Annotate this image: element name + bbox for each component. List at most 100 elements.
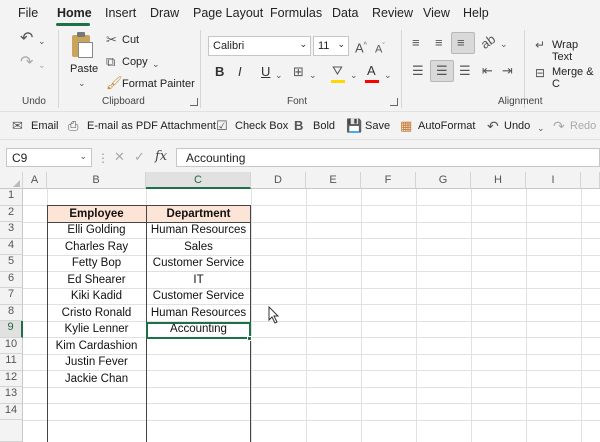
- row-header-5[interactable]: 5: [0, 255, 23, 272]
- align-right-icon[interactable]: ☰: [459, 64, 471, 78]
- employee-cell[interactable]: Charles Ray: [47, 239, 146, 256]
- row-header-8[interactable]: 8: [0, 304, 23, 321]
- more-options-icon[interactable]: ⋮: [97, 151, 109, 165]
- decrease-font-size-icon[interactable]: Aˇ: [375, 40, 385, 57]
- employee-cell[interactable]: Kim Cardashion: [47, 338, 146, 355]
- paste-button[interactable]: Paste: [70, 63, 98, 75]
- name-box[interactable]: C9 ⌄: [6, 148, 92, 167]
- orientation-dropdown-icon[interactable]: ⌄: [500, 37, 508, 51]
- fill-color-dropdown-icon[interactable]: ⌄: [350, 68, 358, 82]
- underline-dropdown-icon[interactable]: ⌄: [275, 68, 283, 82]
- column-header-a[interactable]: A: [23, 172, 47, 189]
- column-header-d[interactable]: D: [251, 172, 306, 189]
- italic-button[interactable]: I: [238, 65, 242, 79]
- undo-icon[interactable]: ↶: [20, 31, 33, 47]
- tab-home[interactable]: Home: [57, 6, 92, 20]
- font-color-button[interactable]: A: [367, 64, 376, 78]
- tab-insert[interactable]: Insert: [105, 6, 136, 20]
- department-cell[interactable]: Customer Service: [146, 255, 251, 272]
- department-cell[interactable]: IT: [146, 272, 251, 289]
- enter-icon[interactable]: ✓: [134, 150, 145, 164]
- email-pdf-button[interactable]: E-mail as PDF Attachment: [87, 120, 216, 132]
- undo-dropdown-icon[interactable]: ⌄: [38, 34, 46, 48]
- row-header-9[interactable]: 9: [0, 321, 23, 338]
- paste-icon[interactable]: [70, 32, 94, 58]
- employee-header-cell[interactable]: Employee: [47, 205, 146, 222]
- email-icon[interactable]: ✉: [12, 119, 23, 133]
- font-color-dropdown-icon[interactable]: ⌄: [384, 68, 392, 82]
- align-left-icon[interactable]: ☰: [412, 64, 424, 78]
- quick-undo-icon[interactable]: ↶: [487, 119, 499, 133]
- employee-cell[interactable]: Jackie Chan: [47, 371, 146, 388]
- tab-page-layout[interactable]: Page Layout: [193, 6, 263, 20]
- wrap-text-icon[interactable]: ↵: [535, 38, 545, 52]
- autoformat-icon[interactable]: ▦: [400, 119, 412, 133]
- department-cell[interactable]: Sales: [146, 239, 251, 256]
- column-header-f[interactable]: F: [361, 172, 416, 189]
- column-header-e[interactable]: E: [306, 172, 361, 189]
- autoformat-button[interactable]: AutoFormat: [418, 120, 475, 132]
- column-header-g[interactable]: G: [416, 172, 471, 189]
- borders-icon[interactable]: ⊞: [293, 65, 304, 79]
- row-header-15[interactable]: [0, 420, 23, 442]
- employee-cell[interactable]: Kylie Lenner: [47, 321, 146, 338]
- clipboard-launcher-icon[interactable]: [190, 98, 198, 106]
- redo-icon[interactable]: ↷: [20, 55, 33, 71]
- save-icon[interactable]: 💾: [346, 119, 362, 133]
- font-size-select[interactable]: 11 ⌄: [313, 36, 349, 56]
- spreadsheet-grid[interactable]: A B C D E F G H I 1 2 3 4 5 6 7 8 9 10 1…: [0, 172, 600, 442]
- row-header-11[interactable]: 11: [0, 354, 23, 371]
- quick-redo-button[interactable]: Redo: [570, 120, 596, 132]
- tab-help[interactable]: Help: [463, 6, 489, 20]
- column-header-b[interactable]: B: [47, 172, 146, 189]
- bold-icon[interactable]: B: [294, 119, 303, 133]
- cut-icon[interactable]: ✂: [106, 33, 117, 47]
- merge-center-icon[interactable]: ⊟: [535, 66, 545, 80]
- tab-view[interactable]: View: [423, 6, 450, 20]
- paste-dropdown-icon[interactable]: ⌄: [78, 76, 86, 90]
- bold-button[interactable]: B: [215, 65, 224, 79]
- tab-formulas[interactable]: Formulas: [270, 6, 322, 20]
- employee-cell[interactable]: Cristo Ronald: [47, 305, 146, 322]
- font-name-select[interactable]: Calibri ⌄: [208, 36, 311, 56]
- increase-font-size-icon[interactable]: A^: [355, 39, 367, 55]
- quick-bold-button[interactable]: Bold: [313, 120, 335, 132]
- borders-dropdown-icon[interactable]: ⌄: [309, 68, 317, 82]
- tab-file[interactable]: File: [18, 6, 38, 20]
- bottom-align-button[interactable]: ≡: [451, 32, 475, 54]
- column-header-h[interactable]: H: [471, 172, 526, 189]
- employee-cell[interactable]: Fetty Bop: [47, 255, 146, 272]
- merge-center-button[interactable]: Merge & C: [552, 66, 600, 90]
- row-header-12[interactable]: 12: [0, 370, 23, 387]
- save-button[interactable]: Save: [365, 120, 390, 132]
- redo-dropdown-icon[interactable]: ⌄: [38, 58, 46, 72]
- employee-cell[interactable]: Elli Golding: [47, 222, 146, 239]
- formula-input[interactable]: Accounting: [176, 148, 600, 167]
- active-cell-selection[interactable]: [146, 322, 251, 339]
- copy-icon[interactable]: ⧉: [106, 55, 115, 69]
- quick-undo-button[interactable]: Undo: [504, 120, 530, 132]
- format-painter-button[interactable]: Format Painter: [122, 78, 195, 90]
- copy-dropdown-icon[interactable]: ⌄: [152, 57, 160, 71]
- row-header-6[interactable]: 6: [0, 271, 23, 288]
- employee-cell[interactable]: Justin Fever: [47, 354, 146, 371]
- insert-function-button[interactable]: fx: [155, 150, 167, 164]
- tab-data[interactable]: Data: [332, 6, 358, 20]
- row-header-4[interactable]: 4: [0, 238, 23, 255]
- column-header-i[interactable]: I: [526, 172, 581, 189]
- department-cell[interactable]: Human Resources: [146, 305, 251, 322]
- employee-cell[interactable]: Kiki Kadid: [47, 288, 146, 305]
- top-align-icon[interactable]: ≡: [412, 36, 420, 50]
- middle-align-icon[interactable]: ≡: [435, 36, 443, 50]
- row-header-10[interactable]: 10: [0, 337, 23, 354]
- tab-review[interactable]: Review: [372, 6, 413, 20]
- tab-draw[interactable]: Draw: [150, 6, 179, 20]
- font-launcher-icon[interactable]: [390, 98, 398, 106]
- column-header-partial[interactable]: [581, 172, 600, 189]
- row-header-3[interactable]: 3: [0, 222, 23, 239]
- copy-button[interactable]: Copy: [122, 56, 148, 68]
- wrap-text-button[interactable]: Wrap Text: [552, 39, 600, 63]
- row-header-2[interactable]: 2: [0, 205, 23, 222]
- row-header-14[interactable]: 14: [0, 403, 23, 420]
- row-header-1[interactable]: 1: [0, 189, 23, 206]
